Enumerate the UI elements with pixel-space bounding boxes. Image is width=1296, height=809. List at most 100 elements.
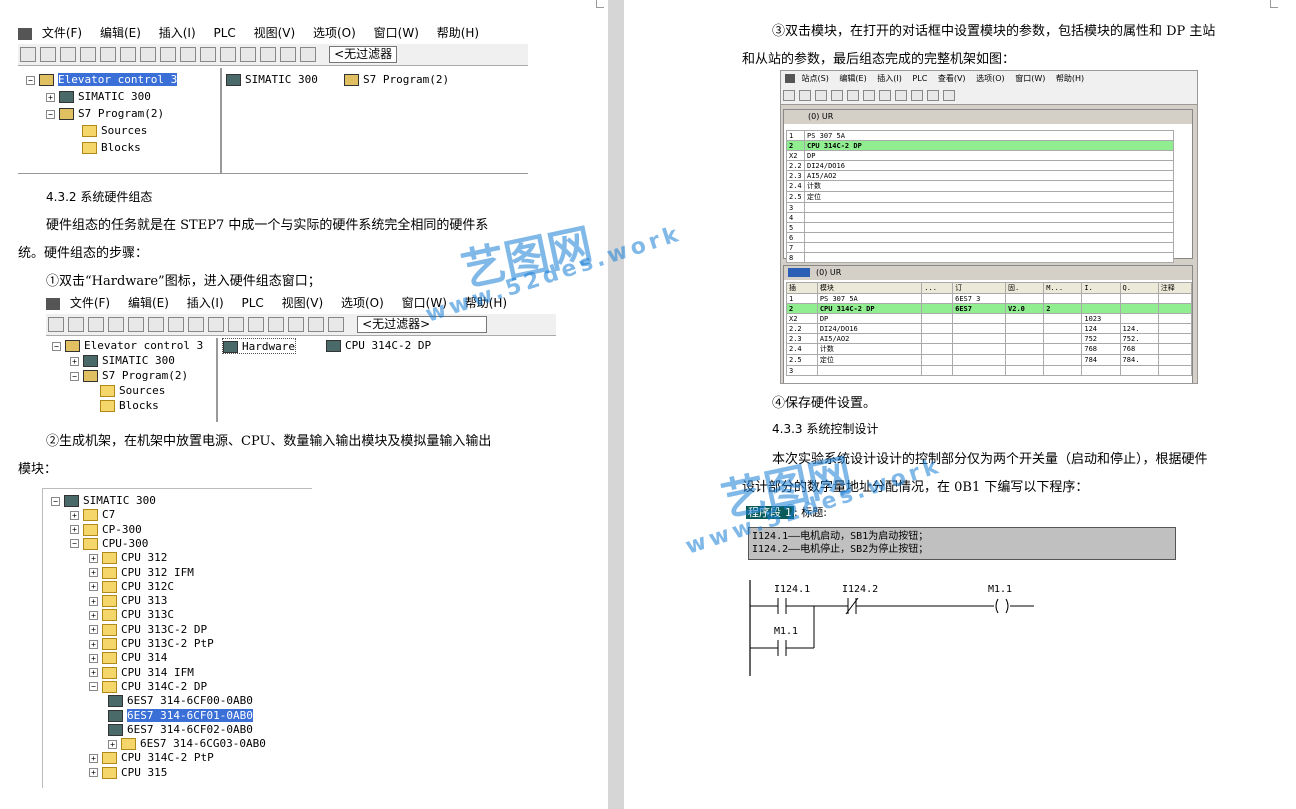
rack-slot-row[interactable]: X2 DP xyxy=(786,150,1174,161)
menu-options[interactable]: 选项(O) xyxy=(341,294,384,311)
menu-window[interactable]: 窗口(W) xyxy=(402,294,447,311)
menu-window[interactable]: 窗口(W) xyxy=(1015,74,1045,83)
expand-icon[interactable]: + xyxy=(89,639,98,649)
offline-icon[interactable] xyxy=(200,47,216,62)
menu-plc[interactable]: PLC xyxy=(912,74,927,83)
print-icon[interactable] xyxy=(847,90,859,101)
online-icon[interactable] xyxy=(208,317,224,332)
expand-icon[interactable]: + xyxy=(89,653,98,663)
network-comment[interactable]: I124.1——电机启动，SB1为启动按钮； I124.2——电机停止，SB2为… xyxy=(748,527,1176,560)
coil-m1-1[interactable] xyxy=(995,598,1009,614)
column-header[interactable]: Q. xyxy=(1119,282,1159,294)
download-icon[interactable] xyxy=(160,47,176,62)
catalog-item[interactable]: + CPU 315 xyxy=(89,765,167,781)
menu-insert[interactable]: 插入(I) xyxy=(877,74,902,83)
menu-insert[interactable]: 插入(I) xyxy=(187,294,224,311)
new-icon[interactable] xyxy=(48,317,64,332)
rack-slot-row[interactable]: 8 xyxy=(786,252,1174,263)
save-icon[interactable] xyxy=(815,90,827,101)
tree-item-station[interactable]: + SIMATIC 300 xyxy=(70,353,175,369)
cut-icon[interactable] xyxy=(100,47,116,62)
expand-icon[interactable]: + xyxy=(89,568,98,577)
expand-icon[interactable]: + xyxy=(89,596,98,606)
menu-options[interactable]: 选项(O) xyxy=(976,74,1005,83)
details-icon[interactable] xyxy=(308,317,324,332)
column-header[interactable]: 固. xyxy=(1005,282,1045,294)
help-icon[interactable] xyxy=(943,90,955,101)
expand-icon[interactable]: + xyxy=(89,668,98,678)
catalog-icon[interactable] xyxy=(927,90,939,101)
tree-item-blocks[interactable]: Blocks xyxy=(100,398,159,414)
new-icon[interactable] xyxy=(20,47,36,62)
collapse-icon[interactable]: − xyxy=(51,496,60,506)
rack-slot-row[interactable]: 2.3 AI5/AO2 xyxy=(786,170,1174,181)
rack-slot-row[interactable]: 6 xyxy=(786,232,1174,243)
copy-icon[interactable] xyxy=(148,317,164,332)
network-icon[interactable] xyxy=(88,317,104,332)
rack-slot-row[interactable]: 1 PS 307 5A xyxy=(786,130,1174,141)
menu-help[interactable]: 帮助(H) xyxy=(1056,74,1084,83)
column-header[interactable]: 模块 xyxy=(816,282,923,294)
tree-item-program[interactable]: − S7 Program(2) xyxy=(70,368,188,384)
tree-item-project[interactable]: − Elevator control 3 xyxy=(26,72,178,88)
rack-slot-row[interactable]: 2.5 定位 xyxy=(786,191,1174,203)
tree-item-project[interactable]: − Elevator control 3 xyxy=(52,338,203,354)
tree-item-sources[interactable]: Sources xyxy=(100,383,165,399)
column-header[interactable]: ... xyxy=(921,282,954,294)
detail-row[interactable]: 2 CPU 314C-2 DP 6ES7 V2.0 2 xyxy=(786,303,1193,314)
menu-station[interactable]: 站点(S) xyxy=(802,74,829,83)
menu-file[interactable]: 文件(F) xyxy=(42,24,82,41)
open-icon[interactable] xyxy=(799,90,811,101)
nav-arrows-icon[interactable] xyxy=(788,268,810,277)
menu-help[interactable]: 帮助(H) xyxy=(437,24,479,41)
detail-row[interactable]: 2.3 AI5/AO2 752 752. xyxy=(786,333,1193,344)
tree-item-program[interactable]: − S7 Program(2) xyxy=(46,106,164,122)
small-icons-icon[interactable] xyxy=(240,47,256,62)
contact-no-i124-1[interactable] xyxy=(777,598,787,614)
tree-item-sources[interactable]: Sources xyxy=(82,123,147,139)
large-icons-icon[interactable] xyxy=(220,47,236,62)
menu-help[interactable]: 帮助(H) xyxy=(465,294,507,311)
large-icons-icon[interactable] xyxy=(248,317,264,332)
menu-view[interactable]: 查看(V) xyxy=(938,74,966,83)
details-icon[interactable] xyxy=(280,47,296,62)
menu-options[interactable]: 选项(O) xyxy=(313,24,356,41)
network-icon[interactable] xyxy=(60,47,76,62)
column-header[interactable]: 插 xyxy=(786,282,818,294)
rack-slot-row[interactable]: 5 xyxy=(786,222,1174,233)
filter-select[interactable]: <无过滤器 xyxy=(329,46,398,63)
download-icon[interactable] xyxy=(895,90,907,101)
download-icon[interactable] xyxy=(188,317,204,332)
menu-edit[interactable]: 编辑(E) xyxy=(128,294,169,311)
upload-icon[interactable] xyxy=(911,90,923,101)
expand-icon[interactable]: + xyxy=(89,553,98,563)
filter-select[interactable]: <无过滤器> xyxy=(357,316,488,333)
small-icons-icon[interactable] xyxy=(268,317,284,332)
menu-insert[interactable]: 插入(I) xyxy=(159,24,196,41)
expand-icon[interactable]: + xyxy=(89,610,98,620)
copy-icon[interactable] xyxy=(120,47,136,62)
object-cpu[interactable]: CPU 314C-2 DP xyxy=(326,338,431,354)
expand-icon[interactable]: + xyxy=(70,510,79,520)
new-icon[interactable] xyxy=(783,90,795,101)
tree-item-station[interactable]: + SIMATIC 300 xyxy=(46,89,151,105)
menu-window[interactable]: 窗口(W) xyxy=(374,24,419,41)
contact-no-m1-1[interactable] xyxy=(777,640,787,656)
copy-icon[interactable] xyxy=(863,90,875,101)
menu-file[interactable]: 文件(F) xyxy=(70,294,110,311)
expand-icon[interactable]: + xyxy=(89,768,98,778)
rack-slot-row[interactable]: 4 xyxy=(786,212,1174,223)
collapse-icon[interactable]: − xyxy=(70,539,79,549)
column-header[interactable]: M... xyxy=(1043,282,1083,294)
object-station[interactable]: SIMATIC 300 xyxy=(226,72,318,88)
list-icon[interactable] xyxy=(288,317,304,332)
column-header[interactable]: I. xyxy=(1081,282,1121,294)
object-hardware[interactable]: Hardware xyxy=(222,338,296,354)
column-header[interactable]: 注释 xyxy=(1157,282,1193,294)
object-program[interactable]: S7 Program(2) xyxy=(344,72,449,88)
simulation-icon[interactable] xyxy=(328,317,344,332)
expand-icon[interactable]: + xyxy=(89,582,98,592)
memory-card-icon[interactable] xyxy=(108,317,124,332)
detail-row[interactable]: 2.4 计数 768 768 xyxy=(786,343,1193,355)
detail-row[interactable]: 3 xyxy=(786,365,1193,376)
